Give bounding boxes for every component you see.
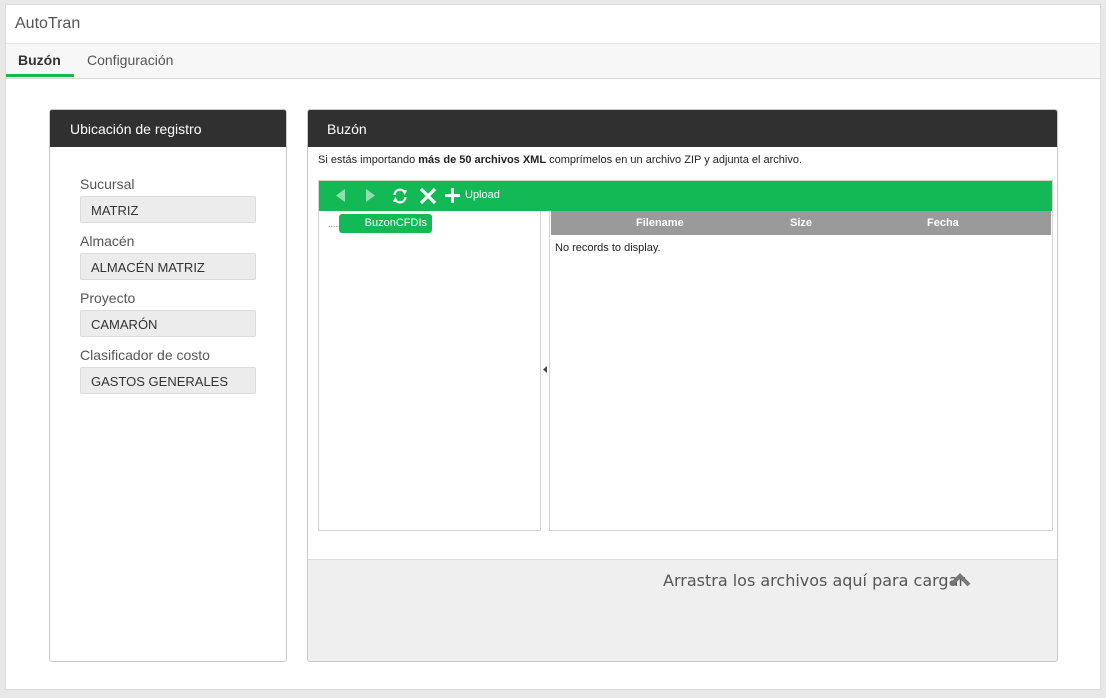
upload-button[interactable]: Upload (465, 189, 500, 201)
active-tab-indicator (6, 74, 74, 77)
zip-notice: Si estás importando más de 50 archivos X… (318, 154, 802, 166)
back-icon[interactable] (336, 189, 346, 202)
mailbox-panel-title: Buzón (308, 110, 1057, 147)
clasificador-field[interactable]: GASTOS GENERALES (80, 367, 256, 394)
app-window: AutoTran Buzón Configuración Ubicación d… (5, 4, 1101, 690)
almacen-label: Almacén (80, 233, 135, 249)
add-icon[interactable] (444, 187, 461, 204)
forward-icon[interactable] (365, 189, 375, 202)
mailbox-content: Si estás importando más de 50 archivos X… (308, 147, 1057, 590)
column-filename[interactable]: Filename (636, 217, 684, 229)
almacen-field[interactable]: ALMACÉN MATRIZ (80, 253, 256, 280)
refresh-icon[interactable] (391, 187, 409, 205)
location-panel-title: Ubicación de registro (50, 110, 286, 147)
proyecto-field[interactable]: CAMARÓN (80, 310, 256, 337)
pane-splitter[interactable] (541, 211, 550, 531)
empty-grid-message: No records to display. (555, 242, 661, 254)
collapse-arrow-icon[interactable] (543, 366, 548, 373)
sucursal-label: Sucursal (80, 176, 135, 192)
folder-tree: ..... BuzonCFDIs (319, 211, 541, 531)
notice-text-start: Si estás importando (318, 154, 419, 166)
location-panel: Ubicación de registro Sucursal MATRIZ Al… (49, 109, 287, 662)
chevron-up-icon[interactable] (949, 573, 971, 587)
tab-buzon[interactable]: Buzón (18, 52, 61, 68)
tab-bar: Buzón Configuración (6, 44, 1100, 79)
grid-header: Filename Size Fecha (551, 211, 1051, 235)
clasificador-label: Clasificador de costo (80, 347, 210, 363)
sucursal-field[interactable]: MATRIZ (80, 196, 256, 223)
notice-text-end: comprímelos en un archivo ZIP y adjunta … (546, 154, 803, 166)
tab-configuracion[interactable]: Configuración (87, 52, 173, 68)
delete-icon[interactable] (419, 187, 437, 205)
proyecto-label: Proyecto (80, 290, 136, 306)
file-manager: Upload ..... BuzonCFDIs Filename Size Fe… (318, 180, 1053, 531)
file-grid: Filename Size Fecha No records to displa… (551, 211, 1051, 531)
tree-node-buzoncfdis[interactable]: BuzonCFDIs (339, 214, 432, 233)
file-toolbar: Upload (319, 181, 1052, 211)
mailbox-panel: Buzón Si estás importando más de 50 arch… (307, 109, 1058, 662)
column-fecha[interactable]: Fecha (927, 217, 959, 229)
drop-zone-hint[interactable]: Arrastra los archivos aquí para cargar (663, 571, 965, 590)
app-title: AutoTran (6, 5, 1100, 44)
column-size[interactable]: Size (790, 217, 812, 229)
notice-text-bold: más de 50 archivos XML (418, 154, 547, 166)
